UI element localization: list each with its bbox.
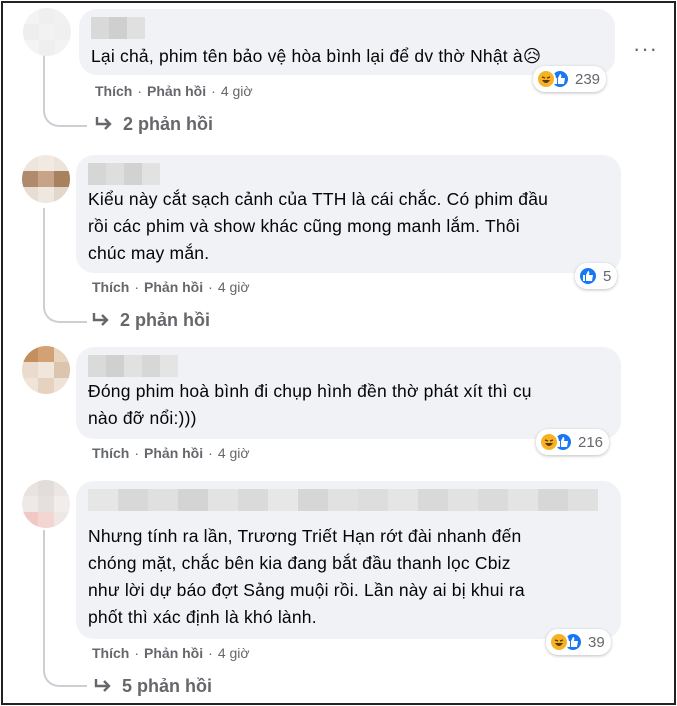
comment-text: Lại chả, phim tên bảo vệ hòa bình lại để…	[91, 46, 542, 66]
comment-bubble: Nhưng tính ra lần, Trương Triết Hạn rớt …	[76, 481, 621, 639]
comment-text: Đóng phim hoà bình đi chụp hình đền thờ …	[88, 381, 532, 428]
view-replies-button[interactable]: 2 phản hồi	[95, 114, 213, 135]
thread-connector	[43, 299, 87, 323]
reply-arrow-icon	[95, 114, 113, 135]
reply-button[interactable]: Phản hồi	[147, 83, 206, 99]
thread-line	[43, 530, 45, 665]
comment-bubble: Đóng phim hoà bình đi chụp hình đền thờ …	[76, 347, 621, 439]
comment-actions: Thích · Phản hồi · 4 giờ	[92, 645, 250, 661]
like-button[interactable]: Thích	[92, 645, 129, 661]
replies-count-label: 5 phản hồi	[122, 676, 212, 696]
avatar[interactable]	[22, 155, 70, 203]
view-replies-button[interactable]: 5 phản hồi	[94, 676, 212, 697]
comment-bubble: Kiểu này cắt sạch cảnh của TTH là cái ch…	[76, 155, 621, 273]
commenter-name-blurred[interactable]	[88, 355, 178, 377]
haha-reaction-icon	[539, 432, 559, 452]
thread-line	[43, 208, 45, 308]
reaction-summary[interactable]: 239	[533, 66, 607, 92]
like-button[interactable]: Thích	[92, 445, 129, 461]
comment-timestamp[interactable]: 4 giờ	[221, 83, 253, 99]
reaction-count: 5	[603, 267, 612, 285]
reaction-count: 239	[575, 70, 601, 88]
comment-actions: Thích · Phản hồi · 4 giờ	[92, 279, 250, 295]
avatar[interactable]	[23, 8, 71, 56]
thread-connector	[43, 103, 87, 127]
ellipsis-icon[interactable]: ···	[633, 36, 658, 62]
comment-text: Kiểu này cắt sạch cảnh của TTH là cái ch…	[88, 189, 549, 263]
like-reaction-icon	[578, 266, 598, 286]
thread-connector	[43, 663, 87, 687]
haha-reaction-icon	[549, 632, 569, 652]
like-button[interactable]: Thích	[95, 83, 132, 99]
reply-button[interactable]: Phản hồi	[144, 645, 203, 661]
reaction-count: 216	[578, 433, 604, 451]
like-button[interactable]: Thích	[92, 279, 129, 295]
comment-timestamp[interactable]: 4 giờ	[218, 645, 250, 661]
haha-reaction-icon	[536, 69, 556, 89]
avatar[interactable]	[22, 480, 70, 528]
comment-text: Nhưng tính ra lần, Trương Triết Hạn rớt …	[88, 526, 525, 627]
comment-bubble: Lại chả, phim tên bảo vệ hòa bình lại để…	[79, 9, 615, 75]
reaction-summary[interactable]: 39	[546, 629, 611, 655]
commenter-name-blurred[interactable]	[88, 163, 160, 185]
thread-line	[43, 51, 45, 111]
comment-actions: Thích · Phản hồi · 4 giờ	[95, 83, 253, 99]
reaction-summary[interactable]: 5	[575, 263, 618, 289]
avatar[interactable]	[22, 346, 70, 394]
reply-arrow-icon	[92, 310, 110, 331]
commenter-name-blurred[interactable]	[91, 17, 145, 39]
comment-actions: Thích · Phản hồi · 4 giờ	[92, 445, 250, 461]
comment-timestamp[interactable]: 4 giờ	[218, 279, 250, 295]
replies-count-label: 2 phản hồi	[120, 310, 210, 330]
reply-button[interactable]: Phản hồi	[144, 445, 203, 461]
view-replies-button[interactable]: 2 phản hồi	[92, 310, 210, 331]
reaction-count: 39	[588, 633, 605, 651]
reply-arrow-icon	[94, 676, 112, 697]
comment-timestamp[interactable]: 4 giờ	[218, 445, 250, 461]
reaction-summary[interactable]: 216	[536, 429, 610, 455]
reply-button[interactable]: Phản hồi	[144, 279, 203, 295]
comments-panel: Lại chả, phim tên bảo vệ hòa bình lại để…	[1, 1, 676, 705]
commenter-name-blurred[interactable]	[88, 489, 598, 511]
replies-count-label: 2 phản hồi	[123, 114, 213, 134]
